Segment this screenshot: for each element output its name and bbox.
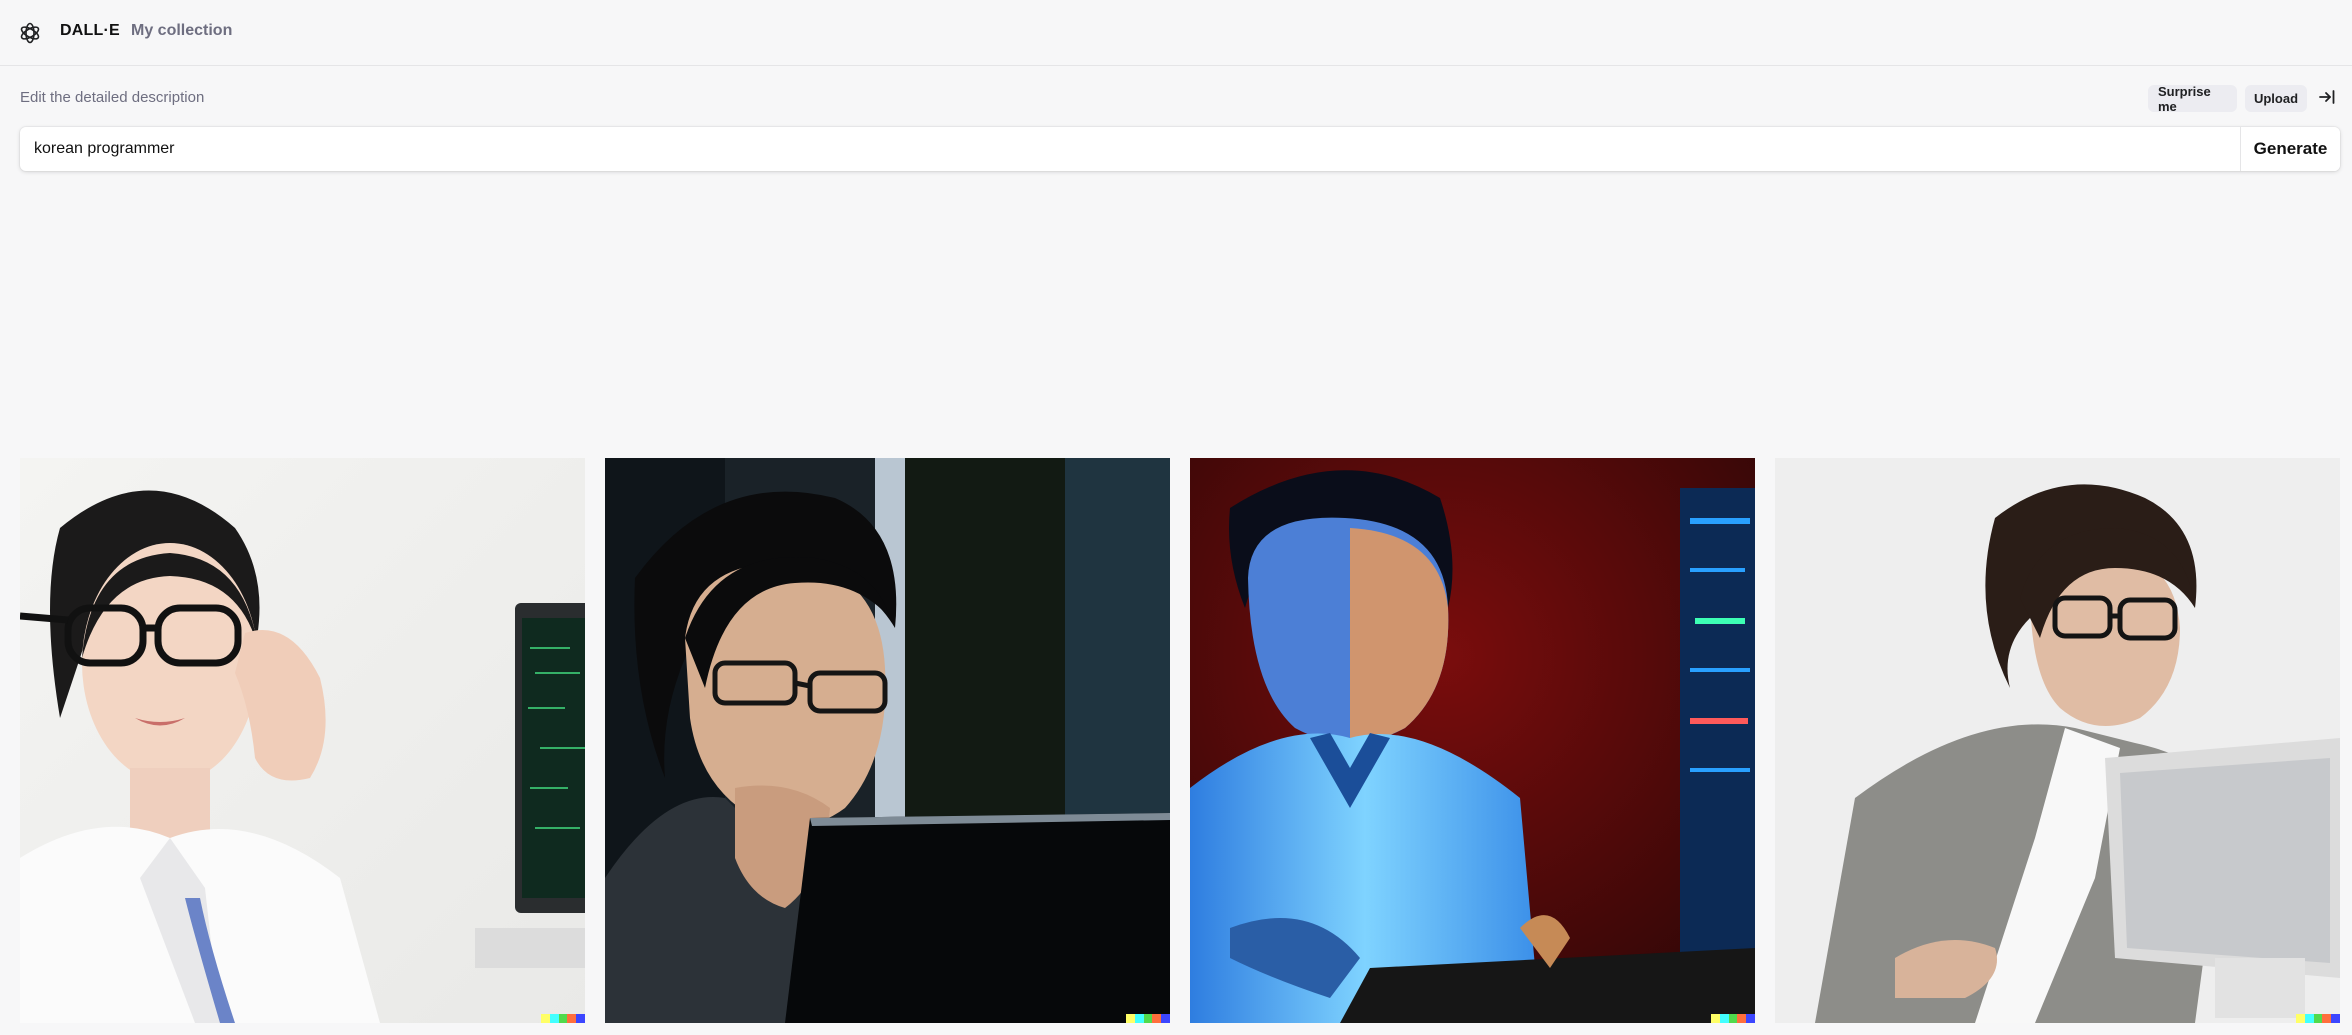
surprise-me-button[interactable]: Surprise me <box>2148 84 2237 114</box>
generated-image-man-blue-light <box>1190 458 1755 1023</box>
result-image-4[interactable] <box>1775 458 2340 1023</box>
generated-image-man-cardigan <box>1775 458 2340 1023</box>
nav-my-collection[interactable]: My collection <box>131 22 232 40</box>
prompt-bar: Generate <box>20 127 2340 171</box>
dalle-signature-icon <box>541 1014 585 1023</box>
generated-image-woman-glasses <box>20 458 585 1023</box>
collapse-panel-icon[interactable] <box>2318 88 2336 106</box>
result-image-3[interactable] <box>1190 458 1755 1023</box>
result-image-1[interactable] <box>20 458 585 1023</box>
generated-image-man-chin-on-hand <box>605 458 1170 1023</box>
upload-button[interactable]: Upload <box>2245 85 2307 112</box>
dalle-signature-icon <box>2296 1014 2340 1023</box>
dalle-signature-icon <box>1711 1014 1755 1023</box>
openai-logo-icon[interactable] <box>18 21 42 45</box>
description-label: Edit the detailed description <box>20 89 205 106</box>
brand-title[interactable]: DALL·E <box>60 22 120 40</box>
generate-button[interactable]: Generate <box>2240 127 2340 171</box>
result-image-2[interactable] <box>605 458 1170 1023</box>
top-bar: DALL·E My collection <box>0 0 2352 66</box>
dalle-signature-icon <box>1126 1014 1170 1023</box>
prompt-input[interactable] <box>20 127 2240 171</box>
